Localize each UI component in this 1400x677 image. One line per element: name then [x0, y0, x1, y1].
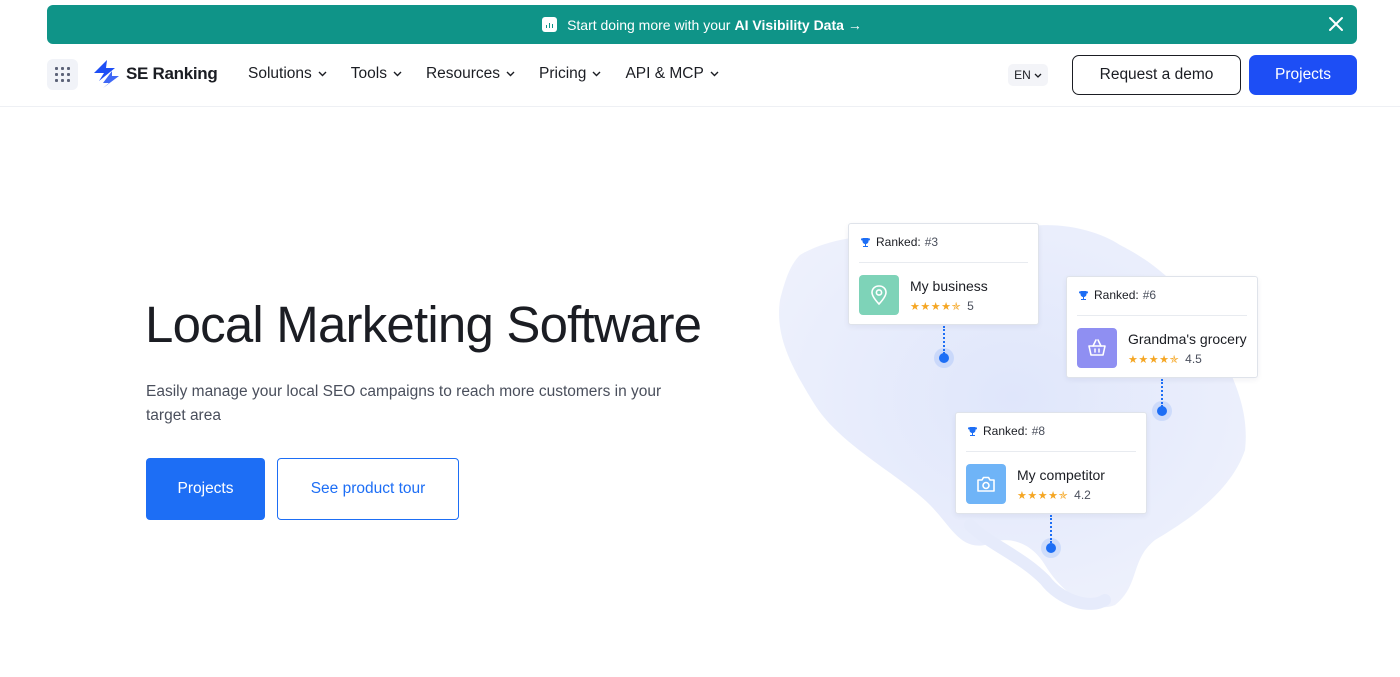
- chevron-down-icon: [393, 71, 402, 77]
- request-demo-button[interactable]: Request a demo: [1072, 55, 1241, 95]
- business-tile: [859, 275, 899, 315]
- rating-row: ★★★★✯ 4.2: [1017, 488, 1091, 502]
- nav-label: Tools: [350, 65, 387, 82]
- divider: [966, 451, 1136, 452]
- logo[interactable]: SE Ranking: [93, 59, 218, 89]
- pin-line: [943, 326, 945, 354]
- nav-tools[interactable]: Tools: [351, 65, 402, 83]
- logo-text: SE Ranking: [126, 64, 218, 83]
- map-pin: [1046, 543, 1056, 553]
- language-label: EN: [1014, 68, 1031, 82]
- chevron-down-icon: [592, 71, 601, 77]
- map-pin: [1157, 406, 1167, 416]
- chevron-down-icon: [1034, 73, 1042, 78]
- ranking-card: Ranked: #3 My business ★★★★✯ 5: [848, 223, 1039, 325]
- nav-label: API & MCP: [625, 65, 704, 82]
- ranking-card: Ranked: #6 Grandma's grocery ★★★★✯ 4.5: [1066, 276, 1258, 378]
- nav-label: Resources: [425, 65, 501, 82]
- nav-resources[interactable]: Resources: [426, 65, 515, 83]
- close-icon[interactable]: [1323, 11, 1349, 37]
- announcement-banner[interactable]: Start doing more with your AI Visibility…: [47, 5, 1357, 44]
- ranked-label: Ranked:: [1094, 288, 1139, 302]
- banner-text: Start doing more with your: [567, 16, 731, 33]
- ranked-label: Ranked:: [983, 424, 1028, 438]
- camera-icon: [977, 476, 995, 492]
- rank-number: #3: [924, 235, 939, 249]
- business-name: Grandma's grocery: [1128, 331, 1247, 347]
- chevron-down-icon: [710, 71, 719, 77]
- pin-line: [1161, 379, 1163, 407]
- main-nav: Solutions Tools Resources Pricing API & …: [248, 65, 743, 83]
- rank-number: #8: [1031, 424, 1046, 438]
- language-select[interactable]: EN: [1008, 64, 1048, 86]
- projects-header-button[interactable]: Projects: [1249, 55, 1357, 95]
- hero-subtitle: Easily manage your local SEO campaigns t…: [146, 383, 662, 424]
- site-header: SE Ranking Solutions Tools Resources Pri…: [0, 44, 1400, 107]
- rank-number: #6: [1142, 288, 1157, 302]
- chevron-down-icon: [318, 71, 327, 77]
- page-title: Local Marketing Software: [145, 296, 702, 353]
- rank-row: Ranked: #6: [1078, 288, 1156, 302]
- chart-icon: [542, 17, 558, 32]
- ranking-card: Ranked: #8 My competitor ★★★★✯ 4.2: [955, 412, 1147, 514]
- rating-value: 5: [967, 299, 974, 313]
- nav-api-mcp[interactable]: API & MCP: [625, 65, 719, 83]
- location-pin-icon: [871, 285, 887, 306]
- business-name: My business: [910, 278, 988, 294]
- basket-icon: [1088, 339, 1106, 356]
- se-ranking-logo-icon: [94, 60, 119, 88]
- map-pin: [939, 353, 949, 363]
- star-rating-icon: ★★★★✯: [910, 300, 962, 313]
- business-name: My competitor: [1017, 467, 1105, 483]
- business-tile: [966, 464, 1006, 504]
- trophy-icon: [1079, 290, 1088, 300]
- business-tile: [1077, 328, 1117, 368]
- pin-line: [1050, 515, 1052, 543]
- nav-pricing[interactable]: Pricing: [539, 65, 601, 83]
- rank-row: Ranked: #3: [860, 235, 938, 249]
- divider: [859, 262, 1028, 263]
- rating-value: 4.2: [1074, 488, 1091, 502]
- arrow-right-icon: →: [847, 16, 862, 33]
- trophy-icon: [861, 237, 870, 247]
- rating-row: ★★★★✯ 4.5: [1128, 352, 1202, 366]
- apps-grid-button[interactable]: [47, 59, 78, 90]
- nav-label: Pricing: [539, 65, 587, 82]
- ranked-label: Ranked:: [876, 235, 921, 249]
- nav-solutions[interactable]: Solutions: [248, 65, 327, 83]
- nav-label: Solutions: [248, 65, 312, 82]
- chevron-down-icon: [506, 71, 515, 77]
- star-rating-icon: ★★★★✯: [1128, 353, 1180, 366]
- rank-row: Ranked: #8: [967, 424, 1045, 438]
- rating-value: 4.5: [1185, 352, 1202, 366]
- projects-button[interactable]: Projects: [146, 458, 265, 520]
- product-tour-button[interactable]: See product tour: [277, 458, 459, 520]
- banner-link[interactable]: AI Visibility Data: [734, 17, 843, 33]
- trophy-icon: [968, 426, 977, 436]
- divider: [1077, 315, 1247, 316]
- rating-row: ★★★★✯ 5: [910, 299, 974, 313]
- star-rating-icon: ★★★★✯: [1017, 489, 1069, 502]
